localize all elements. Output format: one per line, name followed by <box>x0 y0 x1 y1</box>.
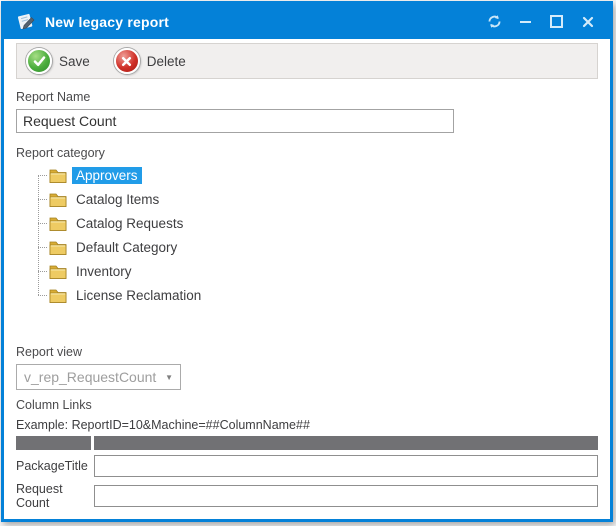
grid-row: PackageTitle <box>16 455 598 477</box>
save-label: Save <box>59 54 90 69</box>
tree-item[interactable]: Default Category <box>38 235 598 259</box>
tree-connector <box>38 247 47 248</box>
refresh-icon[interactable] <box>487 14 502 29</box>
grid-row-input[interactable] <box>94 455 598 477</box>
tree-connector <box>38 271 47 272</box>
grid-header-cell <box>16 436 91 450</box>
save-check-icon <box>26 48 52 74</box>
category-tree: Approvers Catalog Items Catalog Requests De… <box>38 163 598 307</box>
report-view-label: Report view <box>16 345 598 359</box>
report-view-value: v_rep_RequestCount <box>24 369 165 385</box>
titlebar: New legacy report <box>4 4 610 39</box>
toolbar: Save Delete <box>16 43 598 79</box>
folder-icon <box>49 264 67 279</box>
tree-item[interactable]: License Reclamation <box>38 283 598 307</box>
grid-row-label: PackageTitle <box>16 459 94 473</box>
grid-row: Request Count <box>16 482 598 510</box>
close-icon[interactable] <box>580 14 595 29</box>
report-view-dropdown[interactable]: v_rep_RequestCount ▼ <box>16 364 181 390</box>
tree-item-label: Inventory <box>72 263 136 280</box>
folder-icon <box>49 168 67 183</box>
report-category-label: Report category <box>16 146 598 160</box>
folder-icon <box>49 216 67 231</box>
grid-header-cell <box>94 436 598 450</box>
window-title: New legacy report <box>45 14 169 30</box>
dialog-content: Save Delete Report Name Report category … <box>4 43 610 517</box>
column-links-grid-header <box>16 436 598 450</box>
grid-row-input[interactable] <box>94 485 598 507</box>
tree-item[interactable]: Catalog Requests <box>38 211 598 235</box>
tree-item-label: Default Category <box>72 239 181 256</box>
folder-icon <box>49 192 67 207</box>
dialog-window: New legacy report <box>1 1 613 522</box>
tree-item-label: License Reclamation <box>72 287 205 304</box>
save-button[interactable]: Save <box>26 48 90 74</box>
column-links-example: Example: ReportID=10&Machine=##ColumnNam… <box>16 418 598 432</box>
report-name-input[interactable] <box>16 109 454 133</box>
folder-icon <box>49 240 67 255</box>
folder-icon <box>49 288 67 303</box>
maximize-icon[interactable] <box>549 14 564 29</box>
report-name-label: Report Name <box>16 90 598 104</box>
delete-label: Delete <box>147 54 186 69</box>
tree-item[interactable]: Catalog Items <box>38 187 598 211</box>
grid-row-label: Request Count <box>16 482 94 510</box>
tree-item[interactable]: Inventory <box>38 259 598 283</box>
minimize-icon[interactable] <box>518 14 533 29</box>
tree-item-label: Catalog Requests <box>72 215 187 232</box>
tree-item[interactable]: Approvers <box>38 163 598 187</box>
tree-connector <box>38 223 47 224</box>
window-controls <box>487 14 595 29</box>
tree-guide-line <box>38 175 39 295</box>
tree-item-label: Catalog Items <box>72 191 163 208</box>
tree-connector <box>38 199 47 200</box>
tree-connector <box>38 175 47 176</box>
dropdown-arrow-icon: ▼ <box>165 373 173 382</box>
tree-item-label: Approvers <box>72 167 142 184</box>
column-links-label: Column Links <box>16 398 598 412</box>
column-links-grid: PackageTitle Request Count <box>16 455 598 510</box>
tree-connector <box>38 295 47 296</box>
report-pencil-icon <box>15 12 36 31</box>
delete-button[interactable]: Delete <box>114 48 186 74</box>
delete-x-icon <box>114 48 140 74</box>
